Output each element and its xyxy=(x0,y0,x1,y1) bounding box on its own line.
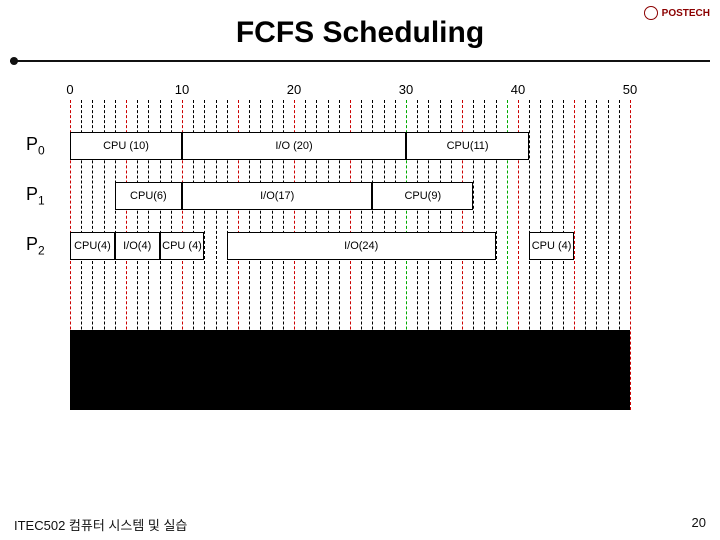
segment: CPU(6) xyxy=(115,182,182,210)
title-rule xyxy=(10,60,710,64)
axis-labels: 01020304050 xyxy=(70,82,630,98)
footer-left: ITEC502 컴퓨터 시스템 및 실습 xyxy=(14,515,187,534)
segment: I/O(4) xyxy=(115,232,160,260)
black-band xyxy=(70,330,630,410)
footer: ITEC502 컴퓨터 시스템 및 실습 20 xyxy=(14,515,706,534)
segment: I/O(24) xyxy=(227,232,496,260)
seal-icon xyxy=(644,6,658,20)
process-label: P2 xyxy=(26,234,45,258)
process-row: P2CPU(4)I/O(4)CPU (4)I/O(24)CPU (4) xyxy=(70,228,630,268)
segment: I/O(17) xyxy=(182,182,372,210)
page-title: FCFS Scheduling xyxy=(0,0,720,50)
segment: CPU(11) xyxy=(406,132,529,160)
segment: CPU (4) xyxy=(160,232,205,260)
gridline xyxy=(630,100,631,410)
page-number: 20 xyxy=(692,515,706,534)
process-row: P1CPU(6)I/O(17)CPU(9) xyxy=(70,178,630,218)
tick-label: 50 xyxy=(623,82,637,97)
tick-label: 10 xyxy=(175,82,189,97)
segment: I/O (20) xyxy=(182,132,406,160)
postech-logo: POSTECH xyxy=(644,6,710,20)
tick-label: 40 xyxy=(511,82,525,97)
process-label: P1 xyxy=(26,184,45,208)
tick-label: 20 xyxy=(287,82,301,97)
process-label: P0 xyxy=(26,134,45,158)
tick-label: 0 xyxy=(66,82,73,97)
tick-label: 30 xyxy=(399,82,413,97)
logo-text: POSTECH xyxy=(662,8,710,19)
segment: CPU (4) xyxy=(529,232,574,260)
process-row: P0CPU (10)I/O (20)CPU(11) xyxy=(70,128,630,168)
segment: CPU (10) xyxy=(70,132,182,160)
segment: CPU(9) xyxy=(372,182,473,210)
gantt-chart: 01020304050 P0CPU (10)I/O (20)CPU(11)P1C… xyxy=(70,100,630,410)
segment: CPU(4) xyxy=(70,232,115,260)
rows: P0CPU (10)I/O (20)CPU(11) P1CPU(6)I/O(17)… xyxy=(70,128,630,278)
